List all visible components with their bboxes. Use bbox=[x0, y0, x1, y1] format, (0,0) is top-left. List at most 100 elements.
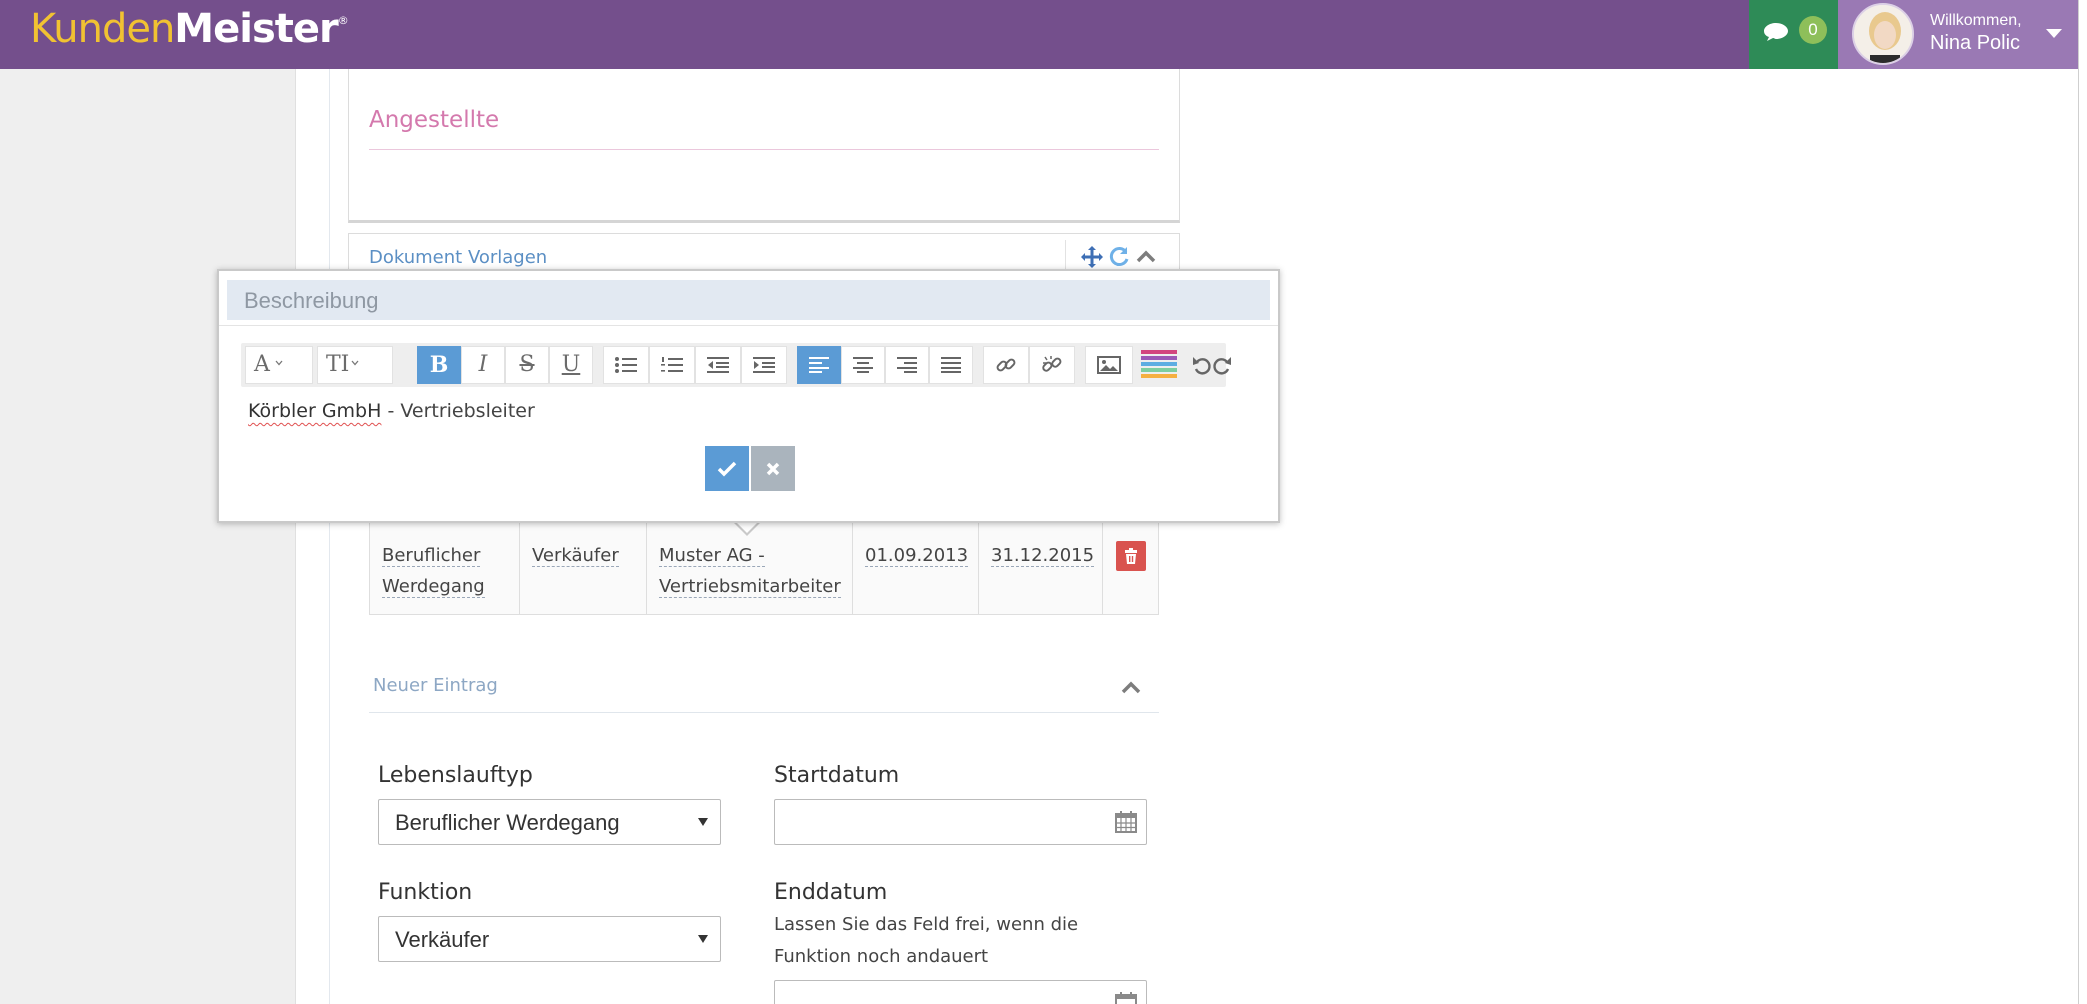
table-row: Beruflicher Werdegang Verkäufer Muster A… bbox=[369, 520, 1159, 615]
numbered-list-button[interactable] bbox=[649, 346, 695, 384]
color-palette-icon bbox=[1141, 350, 1177, 378]
editor-toolbar: A TI B I S U bbox=[241, 343, 1226, 387]
logo-part2: Meister bbox=[174, 6, 338, 52]
popup-header: Beschreibung bbox=[227, 280, 1270, 320]
font-family-button[interactable]: A bbox=[245, 346, 313, 384]
funktion-value: Verkäufer bbox=[532, 545, 619, 567]
bold-button[interactable]: B bbox=[417, 346, 461, 384]
refresh-icon[interactable] bbox=[1106, 244, 1132, 270]
calendar-icon[interactable] bbox=[1114, 991, 1138, 1004]
calendar-icon[interactable] bbox=[1114, 810, 1138, 834]
comment-icon bbox=[1764, 23, 1788, 41]
image-icon bbox=[1097, 356, 1121, 374]
enddatum-label: Enddatum bbox=[774, 880, 888, 905]
beschreibung-line1: Muster AG - bbox=[659, 545, 765, 567]
times-icon bbox=[766, 462, 780, 476]
enddatum-input[interactable] bbox=[774, 980, 1147, 1004]
angestellte-divider bbox=[369, 149, 1159, 150]
lebenslauftyp-value: Beruflicher Werdegang bbox=[395, 810, 620, 835]
lebenslauftyp-label: Lebenslauftyp bbox=[378, 763, 533, 788]
editor-company: Körbler GmbH bbox=[248, 400, 382, 422]
delete-button[interactable] bbox=[1116, 541, 1146, 571]
chevron-down-icon bbox=[275, 360, 283, 366]
align-justify-button[interactable] bbox=[929, 346, 973, 384]
enddatum-hint: Lassen Sie das Feld frei, wenn die Funkt… bbox=[774, 914, 1079, 967]
messages-button[interactable]: 0 bbox=[1749, 0, 1838, 69]
align-center-icon bbox=[853, 357, 873, 373]
list-ul-icon bbox=[615, 357, 637, 373]
cell-lebenslauftyp[interactable]: Beruflicher Werdegang bbox=[370, 520, 520, 615]
cell-enddatum[interactable]: 31.12.2015 bbox=[979, 520, 1103, 615]
dokument-vorlagen-title: Dokument Vorlagen bbox=[369, 247, 548, 268]
user-name: Nina Polic bbox=[1930, 32, 2021, 54]
beschreibung-popup: Beschreibung A TI B I S U Körbler GmbH -… bbox=[217, 269, 1280, 523]
move-icon[interactable] bbox=[1079, 244, 1105, 270]
neuer-eintrag-title: Neuer Eintrag bbox=[373, 675, 498, 696]
neuer-eintrag-divider bbox=[369, 712, 1159, 713]
align-justify-icon bbox=[941, 357, 961, 373]
startdatum-value: 01.09.2013 bbox=[865, 545, 969, 567]
align-left-icon bbox=[809, 357, 829, 373]
beschreibung-line2: Vertriebsmitarbeiter bbox=[659, 576, 841, 598]
bullet-list-button[interactable] bbox=[603, 346, 649, 384]
confirm-button[interactable] bbox=[705, 446, 749, 491]
typ-line2: Werdegang bbox=[382, 576, 485, 598]
align-center-button[interactable] bbox=[841, 346, 885, 384]
user-menu[interactable]: Willkommen, Nina Polic bbox=[1838, 0, 2078, 69]
startdatum-input[interactable] bbox=[774, 799, 1147, 845]
strikethrough-button[interactable]: S bbox=[505, 346, 549, 384]
caret-down-icon bbox=[698, 818, 708, 826]
align-left-button[interactable] bbox=[797, 346, 841, 384]
app-logo[interactable]: KundenMeister® bbox=[30, 6, 349, 52]
sidebar bbox=[0, 69, 296, 1004]
logo-registered: ® bbox=[337, 14, 349, 27]
check-icon bbox=[717, 461, 737, 477]
trash-icon bbox=[1125, 548, 1137, 564]
logo-part1: Kunden bbox=[30, 6, 175, 52]
align-right-button[interactable] bbox=[885, 346, 929, 384]
chevron-up-icon[interactable] bbox=[1118, 676, 1144, 698]
insert-image-button[interactable] bbox=[1085, 346, 1133, 384]
outdent-button[interactable] bbox=[695, 346, 741, 384]
angestellte-title: Angestellte bbox=[369, 107, 500, 133]
cell-funktion[interactable]: Verkäufer bbox=[520, 520, 647, 615]
redo-button[interactable] bbox=[1199, 346, 1245, 384]
text-color-button[interactable] bbox=[1137, 346, 1181, 384]
chevron-down-icon bbox=[351, 360, 359, 366]
italic-button[interactable]: I bbox=[461, 346, 505, 384]
font-size-button[interactable]: TI bbox=[317, 346, 393, 384]
indent-button[interactable] bbox=[741, 346, 787, 384]
align-right-icon bbox=[897, 357, 917, 373]
remove-link-button[interactable] bbox=[1029, 346, 1075, 384]
cell-startdatum[interactable]: 01.09.2013 bbox=[853, 520, 979, 615]
outdent-icon bbox=[707, 357, 729, 373]
typ-line1: Beruflicher bbox=[382, 545, 481, 567]
cancel-button[interactable] bbox=[751, 446, 795, 491]
list-ol-icon bbox=[661, 357, 683, 372]
welcome-text: Willkommen, bbox=[1930, 12, 2022, 29]
insert-link-button[interactable] bbox=[983, 346, 1029, 384]
caret-down-icon bbox=[698, 935, 708, 943]
avatar bbox=[1852, 3, 1914, 65]
content-divider bbox=[329, 69, 330, 1004]
font-label: A bbox=[254, 352, 270, 377]
underline-button[interactable]: U bbox=[549, 346, 593, 384]
startdatum-label: Startdatum bbox=[774, 763, 900, 788]
chevron-down-icon bbox=[2046, 29, 2062, 38]
angestellte-card: Angestellte bbox=[348, 69, 1180, 223]
unlink-icon bbox=[1042, 356, 1062, 372]
top-navbar: KundenMeister® 0 Willkommen, Nina Polic bbox=[0, 0, 2087, 69]
editor-rest: - Vertriebsleiter bbox=[381, 400, 535, 422]
lebenslauftyp-select[interactable]: Beruflicher Werdegang bbox=[378, 799, 721, 845]
redo-icon bbox=[1213, 357, 1231, 375]
funktion-select[interactable]: Verkäufer bbox=[378, 916, 721, 962]
link-icon bbox=[996, 358, 1016, 372]
size-label: TI bbox=[326, 352, 350, 377]
scrollbar-track[interactable] bbox=[2078, 0, 2087, 1004]
editor-content[interactable]: Körbler GmbH - Vertriebsleiter bbox=[248, 400, 535, 422]
funktion-label: Funktion bbox=[378, 880, 473, 905]
message-count-badge: 0 bbox=[1799, 16, 1827, 44]
indent-icon bbox=[753, 357, 775, 373]
chevron-up-icon[interactable] bbox=[1133, 244, 1159, 270]
enddatum-value: 31.12.2015 bbox=[991, 545, 1095, 567]
